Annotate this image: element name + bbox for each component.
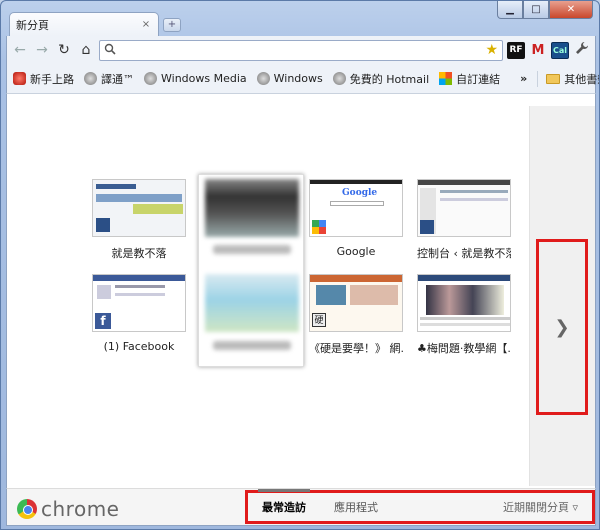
bookmark-label: 免費的 Hotmail <box>349 72 430 86</box>
bookmarks-overflow-icon[interactable]: » <box>520 72 527 85</box>
bookmark-label: Windows <box>273 72 323 85</box>
new-tab-footer: chrome 最常造訪 應用程式 近期關閉分頁 ▿ <box>6 488 596 526</box>
chrome-logo: chrome <box>17 497 119 521</box>
thumbnail-tile[interactable]: f (1) Facebook <box>92 274 186 353</box>
thumbnail-image <box>205 179 299 237</box>
page-scroller: ❯ <box>529 106 595 486</box>
footer-tab-bar: 最常造訪 應用程式 近期關閉分頁 ▿ <box>245 489 595 524</box>
search-icon <box>104 43 116 58</box>
windows-icon <box>439 72 453 85</box>
forward-icon[interactable]: → <box>33 41 51 59</box>
next-page-button[interactable]: ❯ <box>536 239 588 415</box>
thumbnail-image: 硬 <box>309 274 403 332</box>
gmail-extension-icon[interactable]: M <box>529 42 547 59</box>
tab-apps[interactable]: 應用程式 <box>334 499 378 515</box>
thumbnail-image: Google <box>309 179 403 237</box>
globe-icon <box>256 72 270 85</box>
bookmark-item[interactable]: 新手上路 <box>13 71 74 87</box>
thumbnail-image <box>205 274 299 332</box>
bookmarks-bar: 新手上路 譯通™ Windows Media Windows 免費的 Hotma… <box>6 64 599 94</box>
bookmark-label: 自訂連結 <box>456 72 501 86</box>
toolbar: ← → ↻ ⌂ ★ RF M Cal <box>6 36 596 64</box>
other-bookmarks-folder[interactable]: 其他書籤 <box>537 70 599 87</box>
thumbnail-label: ♣梅問題‧教學網【... <box>417 342 511 355</box>
thumbnail-image <box>417 179 511 237</box>
bookmark-item[interactable]: Windows Media <box>144 72 247 85</box>
wrench-icon[interactable] <box>573 41 591 59</box>
bookmark-item[interactable]: 自訂連結 <box>439 71 500 87</box>
maximize-button[interactable]: □ <box>523 1 549 19</box>
globe-icon <box>332 72 346 85</box>
calendar-extension-icon[interactable]: Cal <box>551 41 569 59</box>
new-tab-page: 就是教不落 Google Google 控制台 ‹ 就是教不落 f (1) Fa… <box>6 94 596 488</box>
chrome-logo-text: chrome <box>41 497 120 521</box>
thumbnail-tile[interactable]: 就是教不落 <box>92 179 186 261</box>
tab-most-visited[interactable]: 最常造訪 <box>258 489 310 515</box>
folder-label: 其他書籤 <box>564 72 599 86</box>
reload-icon[interactable]: ↻ <box>55 41 73 59</box>
thumbnail-label: (1) Facebook <box>103 340 175 353</box>
thumbnail-label-blurred <box>213 341 291 350</box>
bookmark-item[interactable]: 譯通™ <box>84 71 134 87</box>
tab-title: 新分頁 <box>16 18 49 32</box>
close-button[interactable]: ✕ <box>549 1 593 19</box>
bookmark-star-icon[interactable]: ★ <box>485 42 498 58</box>
thumbnail-tile[interactable]: 硬 《硬是要學！》 網... <box>309 274 403 356</box>
thumbnail-image: f <box>92 274 186 332</box>
globe-icon <box>144 72 157 85</box>
chevron-right-icon: ❯ <box>554 316 570 338</box>
bookmark-label: 譯通™ <box>101 72 134 86</box>
tab-close-icon[interactable]: × <box>140 19 152 30</box>
thumbnail-label: 控制台 ‹ 就是教不落 <box>417 247 511 260</box>
thumbnail-label: 就是教不落 <box>111 247 167 260</box>
bookmark-label: Windows Media <box>161 72 247 85</box>
rf-extension-icon[interactable]: RF <box>507 41 525 59</box>
address-input[interactable] <box>120 43 482 57</box>
new-tab-button[interactable]: + <box>163 18 181 32</box>
thumbnail-label-blurred <box>213 245 291 254</box>
thumbnail-label: Google <box>336 245 376 258</box>
thumbnail-tile[interactable]: Google Google <box>309 179 403 258</box>
thumbnail-image <box>92 179 186 237</box>
thumbnail-tile-selected[interactable] <box>198 174 304 367</box>
back-icon[interactable]: ← <box>11 41 29 59</box>
bookmark-item[interactable]: 免費的 Hotmail <box>332 71 430 87</box>
window-controls: ▁ □ ✕ <box>497 1 593 20</box>
recently-closed-menu[interactable]: 近期關閉分頁 ▿ <box>503 499 578 515</box>
thumbnail-tile[interactable]: 控制台 ‹ 就是教不落 <box>417 179 511 261</box>
thumbnail-label: 《硬是要學！》 網... <box>309 342 403 355</box>
bookmark-label: 新手上路 <box>30 72 74 86</box>
thumbnail-tile[interactable]: ♣梅問題‧教學網【... <box>417 274 511 356</box>
globe-icon <box>84 72 97 85</box>
home-icon[interactable]: ⌂ <box>77 41 95 59</box>
folder-icon <box>546 73 561 84</box>
minimize-button[interactable]: ▁ <box>497 1 523 19</box>
red-icon <box>13 72 26 85</box>
tab-new-tab[interactable]: 新分頁 × <box>9 12 159 36</box>
bookmark-item[interactable]: Windows <box>256 72 323 85</box>
chrome-logo-icon <box>17 499 37 519</box>
thumbnail-image <box>417 274 511 332</box>
browser-window: ▁ □ ✕ 新分頁 × + ← → ↻ ⌂ ★ RF M Cal 新手上路 譯通… <box>0 0 600 530</box>
omnibox[interactable]: ★ <box>99 39 503 61</box>
